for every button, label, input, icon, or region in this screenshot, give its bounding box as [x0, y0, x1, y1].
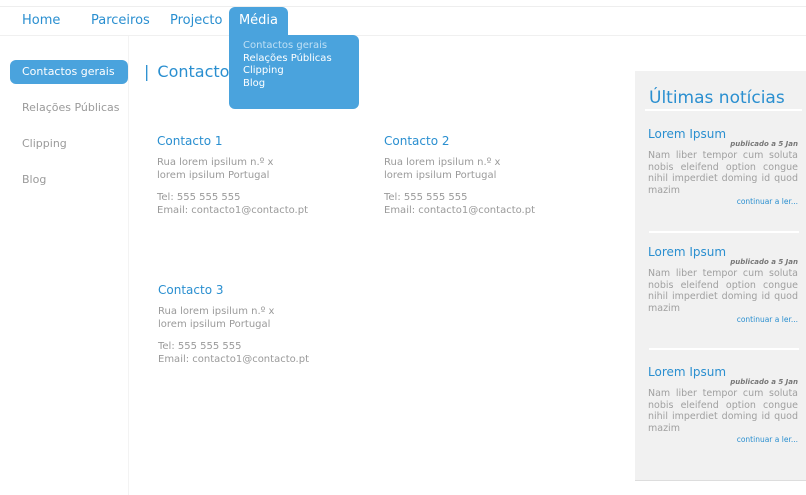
- news-panel-title: Últimas notícias: [649, 88, 785, 108]
- contact-tel: Tel: 555 555 555: [157, 192, 241, 203]
- top-nav: Home Parceiros Projecto Média: [0, 7, 806, 36]
- nav-parceiros[interactable]: Parceiros: [91, 7, 150, 35]
- contact-card: Contacto 3 Rua lorem ipsilum n.º x lorem…: [158, 283, 368, 366]
- news-item-body: Nam liber tempor cum soluta nobis eleife…: [648, 388, 798, 434]
- news-item-title[interactable]: Lorem Ipsum: [648, 245, 798, 259]
- news-item: Lorem Ipsum publicado a 5 Jan Nam liber …: [648, 365, 798, 444]
- contact-card: Contacto 2 Rua lorem ipsilum n.º x lorem…: [384, 134, 594, 217]
- sidebar-item-contactos-gerais[interactable]: Contactos gerais: [10, 60, 128, 84]
- nav-projecto[interactable]: Projecto: [170, 7, 222, 35]
- contact-address-line2: lorem ipsilum Portugal: [158, 318, 271, 330]
- contact-address-line2: lorem ipsilum Portugal: [384, 169, 497, 181]
- news-item-title[interactable]: Lorem Ipsum: [648, 127, 798, 141]
- contact-tel: Tel: 555 555 555: [158, 341, 242, 352]
- contact-card: Contacto 1 Rua lorem ipsilum n.º x lorem…: [157, 134, 367, 217]
- news-divider: [649, 231, 799, 233]
- nav-home[interactable]: Home: [22, 7, 60, 35]
- contact-email: Email: contacto1@contacto.pt: [158, 353, 310, 365]
- contact-address-line1: Rua lorem ipsilum n.º x: [157, 157, 274, 168]
- contact-tel: Tel: 555 555 555: [384, 192, 468, 203]
- sidebar-item-relacoes-publicas[interactable]: Relações Públicas: [10, 96, 128, 120]
- dropdown-item-relacoes-publicas[interactable]: Relações Públicas: [229, 53, 359, 66]
- news-item: Lorem Ipsum publicado a 5 Jan Nam liber …: [648, 127, 798, 206]
- read-more-link[interactable]: continuar a ler...: [648, 315, 798, 324]
- media-dropdown: Contactos gerais Relações Públicas Clipp…: [229, 35, 359, 109]
- news-item-date: publicado a 5 Jan: [730, 258, 798, 266]
- contact-address-line1: Rua lorem ipsilum n.º x: [158, 306, 275, 317]
- contact-address-line2: lorem ipsilum Portugal: [157, 169, 270, 181]
- contact-address-line1: Rua lorem ipsilum n.º x: [384, 157, 501, 168]
- dropdown-item-contactos-gerais[interactable]: Contactos gerais: [229, 40, 359, 53]
- news-item-body: Nam liber tempor cum soluta nobis eleife…: [648, 268, 798, 314]
- read-more-link[interactable]: continuar a ler...: [648, 435, 798, 444]
- read-more-link[interactable]: continuar a ler...: [648, 197, 798, 206]
- news-title-divider: [645, 109, 802, 111]
- news-item-body: Nam liber tempor cum soluta nobis eleife…: [648, 150, 798, 196]
- dropdown-item-blog[interactable]: Blog: [229, 78, 359, 91]
- contact-email: Email: contacto1@contacto.pt: [384, 204, 536, 216]
- contact-name: Contacto 1: [157, 134, 223, 148]
- dropdown-item-clipping[interactable]: Clipping: [229, 65, 359, 78]
- news-panel: Últimas notícias Lorem Ipsum publicado a…: [635, 71, 806, 481]
- sidebar: Contactos gerais Relações Públicas Clipp…: [0, 36, 129, 495]
- sidebar-item-clipping[interactable]: Clipping: [10, 132, 128, 156]
- title-bar: |: [144, 62, 150, 81]
- news-divider: [649, 348, 799, 350]
- contact-name: Contacto 3: [158, 283, 224, 297]
- contact-name: Contacto 2: [384, 134, 450, 148]
- nav-media[interactable]: Média: [229, 7, 288, 35]
- contact-email: Email: contacto1@contacto.pt: [157, 204, 309, 216]
- news-item-title[interactable]: Lorem Ipsum: [648, 365, 798, 379]
- news-item: Lorem Ipsum publicado a 5 Jan Nam liber …: [648, 245, 798, 324]
- news-item-date: publicado a 5 Jan: [730, 140, 798, 148]
- sidebar-item-blog[interactable]: Blog: [10, 168, 128, 192]
- news-item-date: publicado a 5 Jan: [730, 378, 798, 386]
